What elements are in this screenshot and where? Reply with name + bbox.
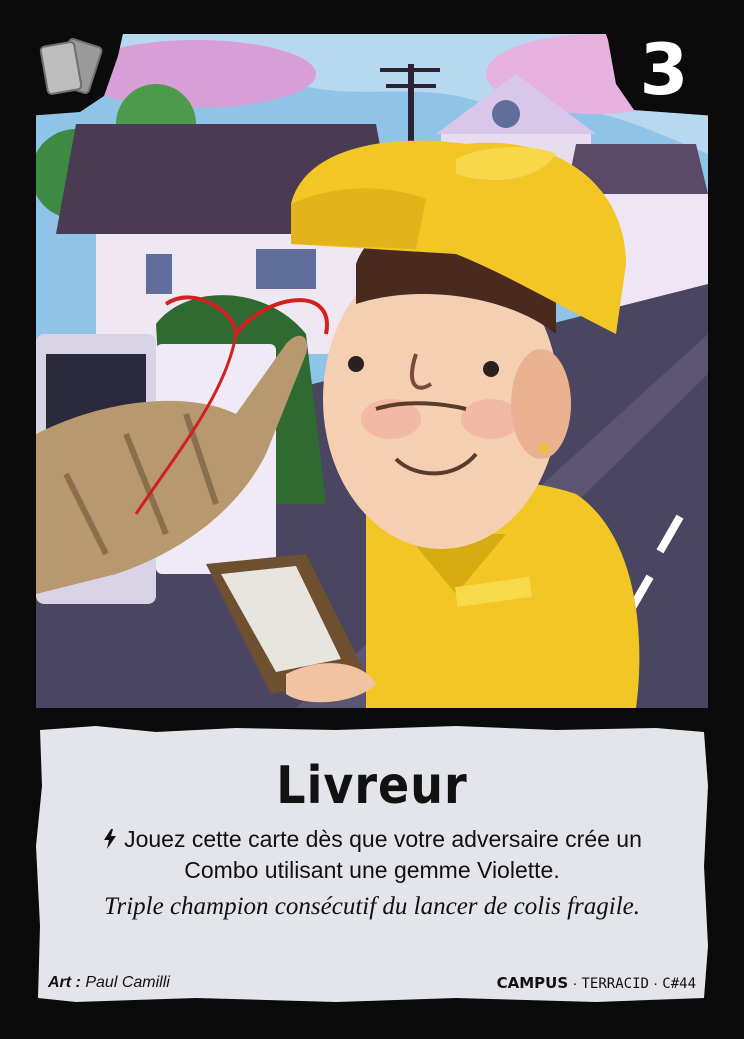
card-effect: Jouez cette carte dès que votre adversai… — [76, 824, 668, 886]
card-artwork — [36, 34, 708, 708]
lightning-bolt-icon — [104, 829, 117, 849]
set-separator: · — [572, 975, 578, 992]
card-effect-text: Jouez cette carte dès que votre adversai… — [124, 826, 642, 883]
card-flavor-text: Triple champion consécutif du lancer de … — [103, 893, 641, 920]
artist-credit: Art : Paul Camilli — [48, 974, 170, 992]
card-cost: 3 — [639, 29, 689, 111]
art-label: Art : — [48, 974, 81, 991]
game-card[interactable]: 3 Livreur Jouez cette carte dès que votr… — [0, 0, 744, 1039]
set-name: CAMPUS — [496, 974, 569, 992]
artist-name: Paul Camilli — [85, 974, 170, 991]
subset-name: TERRACID — [581, 976, 649, 992]
card-number: C#44 — [662, 976, 696, 992]
card-name: Livreur — [276, 754, 468, 816]
cards-stack-icon — [34, 36, 114, 98]
set-separator-2: · — [653, 975, 659, 992]
set-info: CAMPUS · TERRACID · C#44 — [497, 974, 696, 992]
card-text-box: Livreur Jouez cette carte dès que votre … — [36, 726, 708, 1002]
